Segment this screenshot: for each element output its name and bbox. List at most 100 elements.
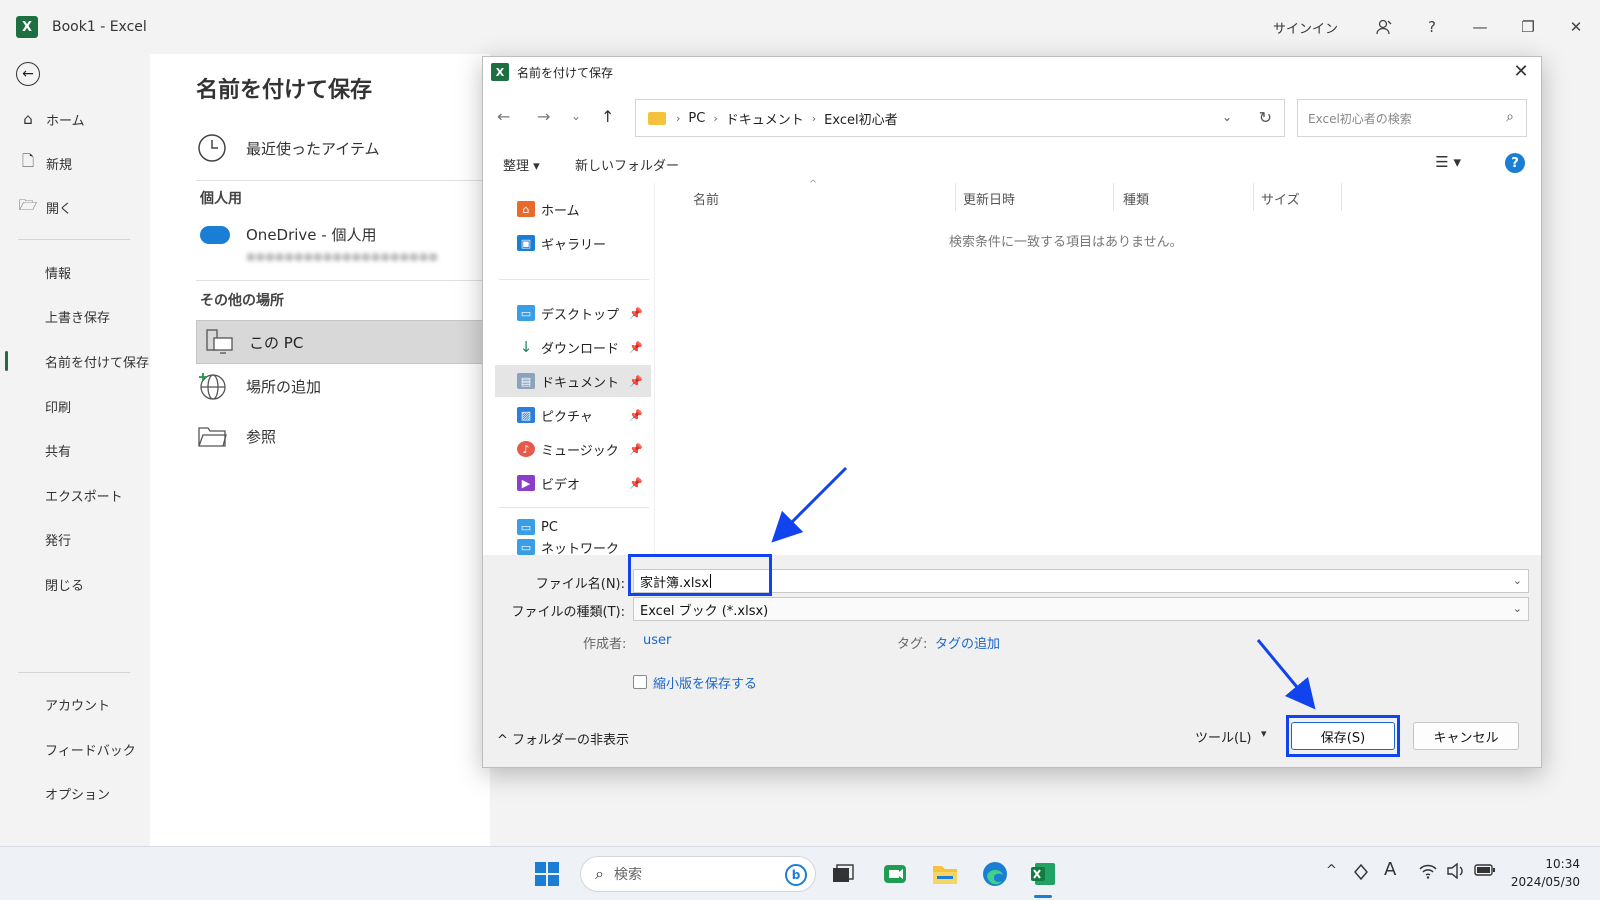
tree-item-documents[interactable]: ▤ ドキュメント 📌 xyxy=(495,365,651,397)
nav-home[interactable]: ⌂ ホーム xyxy=(0,101,150,137)
recent-locations-icon[interactable]: ⌄ xyxy=(571,109,581,123)
hide-folders-toggle[interactable]: ^ フォルダーの非表示 xyxy=(497,729,629,748)
start-button[interactable] xyxy=(528,855,566,893)
column-modified[interactable]: 更新日時 xyxy=(963,189,1015,208)
thumbnail-checkbox[interactable] xyxy=(633,675,647,689)
breadcrumb-excel-beginner[interactable]: Excel初心者 xyxy=(824,109,897,128)
back-icon[interactable]: ← xyxy=(497,107,510,126)
thumbnail-label[interactable]: 縮小版を保存する xyxy=(653,673,757,692)
tree-item-desktop[interactable]: ▭ デスクトップ 📌 xyxy=(495,297,651,329)
ime-indicator[interactable]: A xyxy=(1384,859,1396,880)
coauthor-icon[interactable] xyxy=(1360,0,1408,54)
browse[interactable]: 参照 xyxy=(196,420,496,452)
nav-print[interactable]: 印刷 xyxy=(0,388,150,424)
tree-item-network[interactable]: ▭ ネットワーク xyxy=(495,531,651,555)
tools-dropdown-icon[interactable]: ▾ xyxy=(1261,727,1267,740)
author-value[interactable]: user xyxy=(643,633,671,648)
add-tag-link[interactable]: タグの追加 xyxy=(935,633,1000,652)
nav-feedback[interactable]: フィードバック xyxy=(0,731,150,767)
nav-new[interactable]: 🗋 新規 xyxy=(0,145,150,181)
breadcrumb-pc[interactable]: PC xyxy=(688,111,705,126)
author-label: 作成者: xyxy=(583,637,627,652)
dialog-close-icon[interactable]: ✕ xyxy=(1511,61,1531,82)
filetype-select[interactable]: Excel ブック (*.xlsx) ⌄ xyxy=(633,597,1529,621)
filetype-label: ファイルの種類(T): xyxy=(511,605,625,620)
view-options-icon[interactable]: ☰ ▾ xyxy=(1435,153,1461,171)
search-placeholder: Excel初心者の検索 xyxy=(1308,111,1412,126)
help-icon[interactable]: ? xyxy=(1408,0,1456,54)
battery-icon[interactable] xyxy=(1474,863,1496,881)
tools-menu[interactable]: ツール(L) xyxy=(1195,727,1251,746)
tray-overflow-icon[interactable]: ^ xyxy=(1326,863,1337,878)
tree-item-downloads[interactable]: ↓ ダウンロード 📌 xyxy=(495,331,651,363)
refresh-icon[interactable]: ↻ xyxy=(1259,108,1272,127)
restore-icon[interactable]: ❐ xyxy=(1504,0,1552,54)
nav-account[interactable]: アカウント xyxy=(0,686,150,722)
folder-search-input[interactable]: Excel初心者の検索 ⌕ xyxy=(1297,99,1527,137)
add-place[interactable]: 場所の追加 xyxy=(196,370,496,402)
forward-icon[interactable]: → xyxy=(537,107,550,126)
this-pc-item[interactable]: この PC xyxy=(196,320,496,364)
tree-item-music[interactable]: ♪ ミュージック 📌 xyxy=(495,433,651,465)
save-as-dialog: X 名前を付けて保存 ✕ ← → ⌄ ↑ › PC › ドキュメント › Exc… xyxy=(482,56,1542,768)
network-status-icon[interactable] xyxy=(1352,863,1370,885)
signin-link[interactable]: サインイン xyxy=(1273,18,1338,37)
nav-label: オプション xyxy=(45,787,111,803)
nav-close[interactable]: 閉じる xyxy=(0,566,150,602)
cancel-button[interactable]: キャンセル xyxy=(1413,722,1519,750)
meet-app-icon[interactable] xyxy=(876,855,914,893)
up-icon[interactable]: ↑ xyxy=(601,107,614,126)
minimize-icon[interactable]: — xyxy=(1456,0,1504,54)
nav-save-as[interactable]: 名前を付けて保存 xyxy=(0,343,150,379)
save-as-pane: 名前を付けて保存 最近使ったアイテム 個人用 OneDrive - 個人用 ●●… xyxy=(150,54,496,846)
nav-share[interactable]: 共有 xyxy=(0,432,150,468)
nav-info[interactable]: 情報 xyxy=(0,254,150,290)
tree-item-home[interactable]: ⌂ ホーム xyxy=(495,193,651,225)
clock-time: 10:34 xyxy=(1545,857,1580,871)
recent-items[interactable]: 最近使ったアイテム xyxy=(196,132,496,164)
nav-open[interactable]: 🗁 開く xyxy=(0,189,150,225)
taskbar-search[interactable]: ⌕ 検索 b xyxy=(580,856,816,892)
file-explorer-icon[interactable] xyxy=(926,855,964,893)
tree-item-videos[interactable]: ▶ ビデオ 📌 xyxy=(495,467,651,499)
task-view-button[interactable] xyxy=(824,855,862,893)
bing-icon[interactable]: b xyxy=(785,864,807,886)
nav-save[interactable]: 上書き保存 xyxy=(0,298,150,334)
filename-dropdown-icon[interactable]: ⌄ xyxy=(1513,574,1522,587)
nav-options[interactable]: オプション xyxy=(0,775,150,811)
close-icon[interactable]: ✕ xyxy=(1552,0,1600,54)
filetype-dropdown-icon[interactable]: ⌄ xyxy=(1513,602,1522,615)
column-type[interactable]: 種類 xyxy=(1123,189,1149,208)
pin-icon: 📌 xyxy=(629,306,643,320)
title-controls: サインイン ? — ❐ ✕ xyxy=(1273,0,1600,54)
nav-divider xyxy=(18,672,130,673)
organize-menu[interactable]: 整理 ▾ xyxy=(503,155,540,174)
tree-item-pictures[interactable]: ▨ ピクチャ 📌 xyxy=(495,399,651,431)
onedrive-label: OneDrive - 個人用 xyxy=(246,226,377,244)
nav-label: 共有 xyxy=(45,444,72,460)
onedrive-personal[interactable]: OneDrive - 個人用 xyxy=(196,224,496,245)
nav-export[interactable]: エクスポート xyxy=(0,477,150,513)
clock[interactable]: 10:34 2024/05/30 xyxy=(1511,855,1580,891)
back-arrow-icon[interactable]: ← xyxy=(16,62,40,86)
breadcrumb-separator: › xyxy=(811,111,817,125)
new-folder-button[interactable]: 新しいフォルダー xyxy=(575,155,679,174)
music-icon: ♪ xyxy=(517,441,535,457)
tree-item-gallery[interactable]: ▣ ギャラリー xyxy=(495,227,651,259)
volume-icon[interactable] xyxy=(1446,862,1466,883)
column-name[interactable]: 名前 xyxy=(693,189,719,208)
address-dropdown-icon[interactable]: ⌄ xyxy=(1222,110,1232,124)
tree-label: ピクチャ xyxy=(541,409,593,425)
excel-taskbar-icon[interactable] xyxy=(1024,855,1062,893)
edge-browser-icon[interactable] xyxy=(976,855,1014,893)
file-list: ^ 名前 更新日時 種類 サイズ 検索条件に一致する項目はありません。 xyxy=(657,179,1541,555)
column-size[interactable]: サイズ xyxy=(1261,189,1300,208)
help-icon[interactable]: ? xyxy=(1505,153,1525,173)
taskbar-search-placeholder: 検索 xyxy=(613,867,642,883)
wifi-icon[interactable] xyxy=(1418,863,1438,883)
breadcrumb-documents[interactable]: ドキュメント xyxy=(726,109,804,128)
search-icon: ⌕ xyxy=(1506,109,1514,125)
section-divider xyxy=(196,180,496,181)
nav-publish[interactable]: 発行 xyxy=(0,521,150,557)
address-bar[interactable]: › PC › ドキュメント › Excel初心者 ⌄ ↻ xyxy=(635,99,1285,137)
